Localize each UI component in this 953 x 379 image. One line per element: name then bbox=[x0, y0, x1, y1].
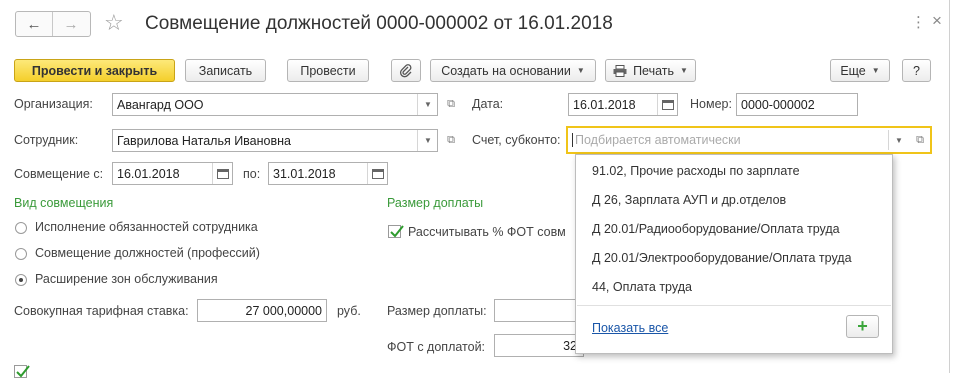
show-all-link[interactable]: Показать все bbox=[592, 321, 668, 335]
number-label: Номер: bbox=[690, 97, 732, 111]
organization-value: Авангард ООО bbox=[117, 97, 204, 112]
add-icon[interactable]: + bbox=[846, 315, 879, 338]
employee-value: Гаврилова Наталья Ивановна bbox=[117, 133, 291, 148]
print-label: Печать bbox=[633, 63, 675, 78]
account-placeholder: Подбирается автоматически bbox=[572, 133, 741, 147]
nav-group: ← → bbox=[15, 11, 91, 37]
create-based-on-button[interactable]: Создать на основании ▼ bbox=[430, 59, 596, 82]
back-button[interactable]: ← bbox=[16, 12, 53, 36]
date-value: 16.01.2018 bbox=[573, 97, 636, 112]
calendar-icon[interactable] bbox=[212, 163, 232, 184]
checkmark-icon bbox=[390, 225, 404, 238]
tariff-rate-label: Совокупная тарифная ставка: bbox=[14, 304, 189, 318]
combination-to-field[interactable]: 31.01.2018 bbox=[268, 162, 388, 185]
dropdown-divider bbox=[577, 305, 891, 306]
more-button[interactable]: Еще ▼ bbox=[830, 59, 890, 82]
date-label: Дата: bbox=[472, 97, 504, 111]
printer-icon bbox=[613, 64, 627, 77]
open-window-icon[interactable]: ⧉ bbox=[443, 132, 459, 148]
calc-fot-label: Рассчитывать % ФОТ совм bbox=[408, 225, 566, 239]
combination-to-label: по: bbox=[243, 167, 261, 181]
account-dropdown: 91.02, Прочие расходы по зарплате Д 26, … bbox=[575, 154, 893, 354]
extra-pay-field[interactable] bbox=[494, 299, 584, 322]
dropdown-item[interactable]: Д 20.01/Электрооборудование/Оплата труда bbox=[592, 251, 852, 265]
extra-pay-label: Размер доплаты: bbox=[387, 304, 487, 318]
combination-kind-heading: Вид совмещения bbox=[14, 196, 114, 210]
employee-field[interactable]: Гаврилова Наталья Ивановна ▼ bbox=[112, 129, 438, 152]
radio-expand-service-zones-label: Расширение зон обслуживания bbox=[35, 272, 218, 286]
arrow-right-icon: → bbox=[63, 15, 79, 33]
fot-with-extra-label: ФОТ с доплатой: bbox=[387, 340, 486, 354]
chevron-down-icon: ▼ bbox=[680, 66, 688, 75]
radio-expand-service-zones[interactable] bbox=[15, 274, 27, 286]
employee-label: Сотрудник: bbox=[14, 133, 79, 147]
chevron-down-icon: ▼ bbox=[871, 66, 880, 75]
radio-execute-duties-label: Исполнение обязанностей сотрудника bbox=[35, 220, 258, 234]
open-window-icon[interactable]: ⧉ bbox=[443, 96, 459, 112]
organization-field[interactable]: Авангард ООО ▼ bbox=[112, 93, 438, 116]
forward-button[interactable]: → bbox=[53, 12, 89, 36]
tariff-rate-field[interactable]: 27 000,00000 bbox=[197, 299, 327, 322]
chevron-down-icon[interactable]: ▼ bbox=[417, 94, 437, 115]
organization-label: Организация: bbox=[14, 97, 93, 111]
dropdown-item[interactable]: Д 20.01/Радиооборудование/Оплата труда bbox=[592, 222, 840, 236]
combination-to-value: 31.01.2018 bbox=[273, 166, 336, 181]
dropdown-item[interactable]: 91.02, Прочие расходы по зарплате bbox=[592, 164, 800, 178]
account-label: Счет, субконто: bbox=[472, 133, 561, 147]
fot-with-extra-field[interactable]: 32 bbox=[494, 334, 584, 357]
chevron-down-icon[interactable]: ▼ bbox=[888, 130, 909, 150]
extra-pay-size-heading: Размер доплаты bbox=[387, 196, 484, 210]
calendar-icon[interactable] bbox=[367, 163, 387, 184]
post-button[interactable]: Провести bbox=[287, 59, 369, 82]
open-window-icon[interactable]: ⧉ bbox=[912, 132, 928, 148]
page-title: Совмещение должностей 0000-000002 от 16.… bbox=[145, 13, 613, 34]
calc-fot-checkbox[interactable] bbox=[388, 225, 404, 238]
number-field[interactable]: 0000-000002 bbox=[736, 93, 858, 116]
radio-execute-duties[interactable] bbox=[15, 222, 27, 234]
radio-combine-positions-label: Совмещение должностей (профессий) bbox=[35, 246, 260, 260]
attach-button[interactable] bbox=[391, 59, 421, 82]
combination-from-value: 16.01.2018 bbox=[117, 166, 180, 181]
save-button[interactable]: Записать bbox=[185, 59, 266, 82]
close-icon[interactable]: × bbox=[932, 11, 942, 31]
checkmark-icon bbox=[16, 365, 30, 378]
paperclip-icon bbox=[399, 63, 412, 77]
account-subconto-field[interactable]: Подбирается автоматически ▼ ⧉ bbox=[566, 126, 932, 154]
more-actions-icon[interactable]: ⋮ bbox=[911, 13, 927, 31]
help-button[interactable]: ? bbox=[902, 59, 931, 82]
chevron-down-icon: ▼ bbox=[576, 66, 585, 75]
combination-from-field[interactable]: 16.01.2018 bbox=[112, 162, 233, 185]
date-field[interactable]: 16.01.2018 bbox=[568, 93, 678, 116]
calendar-icon[interactable] bbox=[657, 94, 677, 115]
arrow-left-icon: ← bbox=[26, 15, 42, 33]
more-label: Еще bbox=[840, 63, 866, 78]
chevron-down-icon[interactable]: ▼ bbox=[417, 130, 437, 151]
dropdown-item[interactable]: Д 26, Зарплата АУП и др.отделов bbox=[592, 193, 786, 207]
post-and-close-button[interactable]: Провести и закрыть bbox=[14, 59, 175, 82]
create-based-on-label: Создать на основании bbox=[441, 63, 571, 78]
window-border bbox=[949, 0, 950, 373]
favorite-star-icon[interactable]: ☆ bbox=[104, 10, 124, 36]
radio-combine-positions[interactable] bbox=[15, 248, 27, 260]
tariff-rate-unit: руб. bbox=[337, 304, 361, 318]
combination-from-label: Совмещение с: bbox=[14, 167, 104, 181]
print-button[interactable]: Печать ▼ bbox=[605, 59, 696, 82]
dropdown-item[interactable]: 44, Оплата труда bbox=[592, 280, 692, 294]
bottom-checkbox[interactable] bbox=[14, 365, 30, 378]
